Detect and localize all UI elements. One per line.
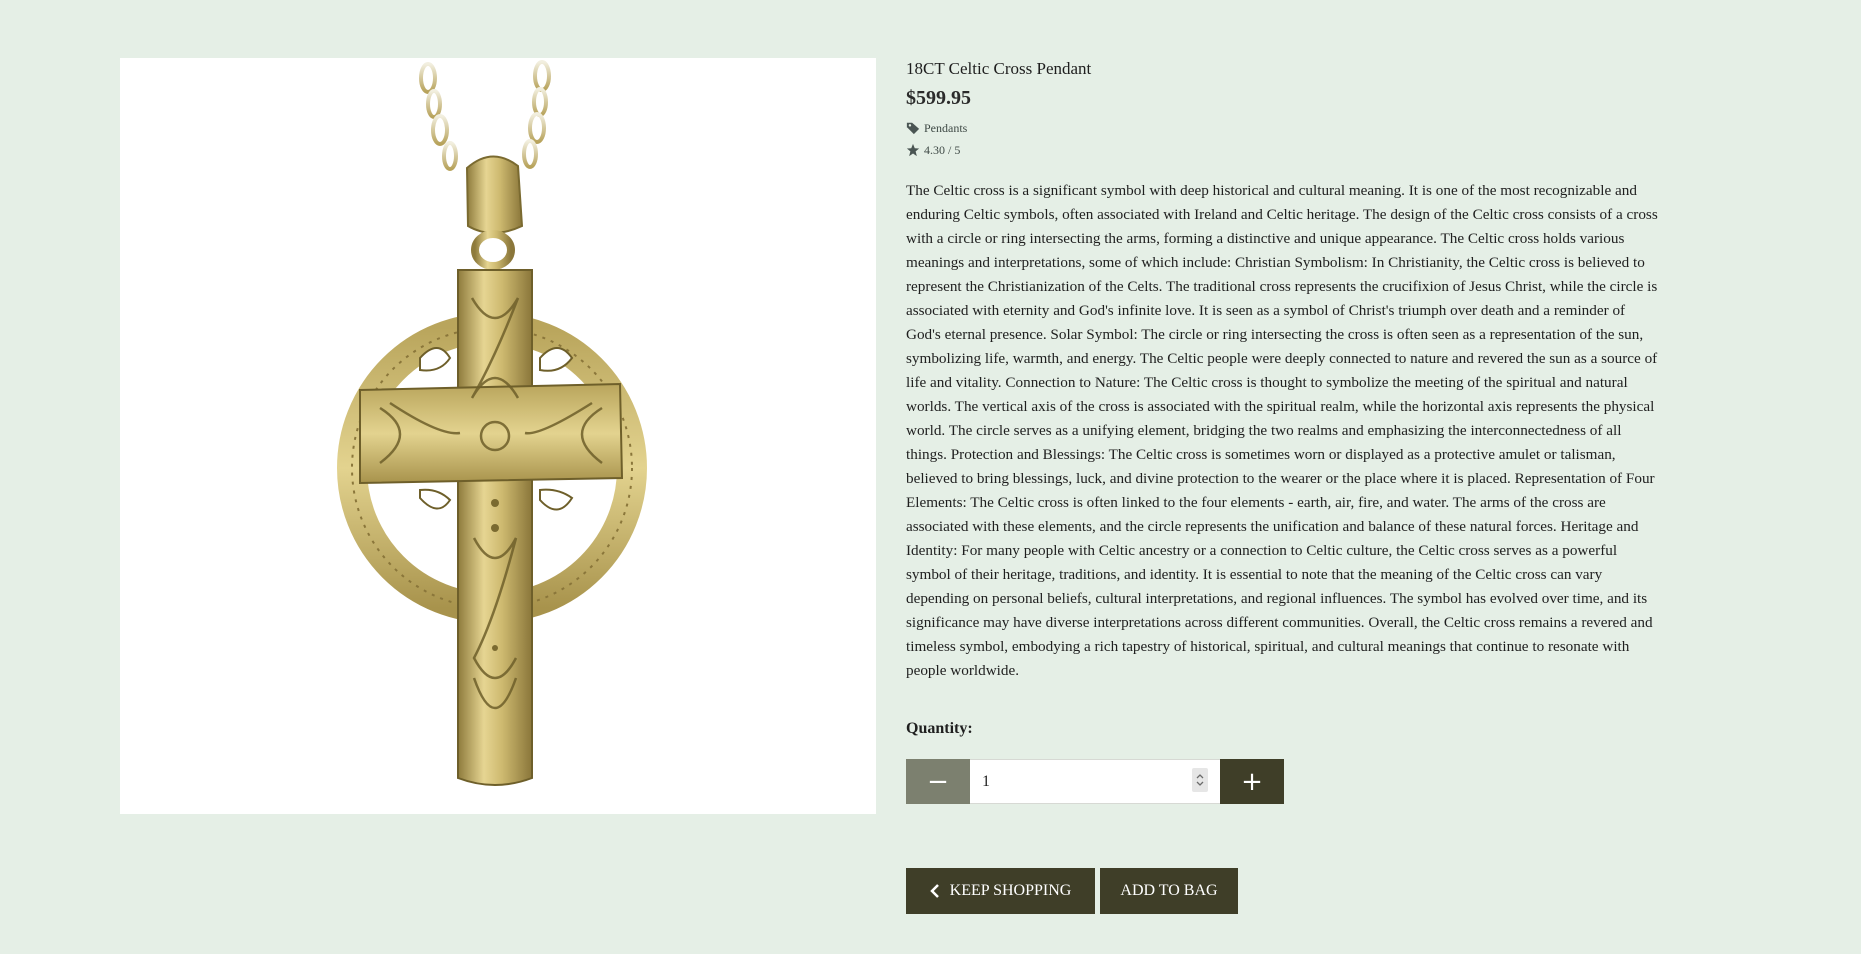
increment-button[interactable]: + <box>1220 759 1284 804</box>
rating-value: 4.30 / 5 <box>924 143 961 157</box>
quantity-input-wrapper <box>970 759 1220 804</box>
product-price: $599.95 <box>906 87 971 109</box>
action-buttons: KEEP SHOPPING ADD TO BAG <box>906 868 1661 914</box>
quantity-label: Quantity: <box>906 720 973 737</box>
add-to-bag-button[interactable]: ADD TO BAG <box>1100 868 1238 914</box>
spinner-icon[interactable] <box>1192 768 1208 792</box>
product-details: 18CT Celtic Cross Pendant $599.95 Pendan… <box>906 58 1661 914</box>
chevron-left-icon <box>929 884 940 898</box>
keep-shopping-button[interactable]: KEEP SHOPPING <box>906 868 1095 914</box>
quantity-stepper: − + <box>906 759 1661 804</box>
celtic-cross-pendant-image <box>337 60 647 786</box>
category-row: Pendants <box>906 120 1661 136</box>
keep-shopping-label: KEEP SHOPPING <box>949 882 1072 899</box>
rating-row: 4.30 / 5 <box>906 142 1661 158</box>
category-label: Pendants <box>924 121 968 135</box>
decrement-button[interactable]: − <box>906 759 970 804</box>
product-image <box>120 58 876 814</box>
product-description: The Celtic cross is a significant symbol… <box>906 182 1658 679</box>
product-title: 18CT Celtic Cross Pendant <box>906 59 1092 78</box>
quantity-input[interactable] <box>970 771 1184 792</box>
tag-icon <box>906 121 920 135</box>
star-icon <box>906 143 920 157</box>
